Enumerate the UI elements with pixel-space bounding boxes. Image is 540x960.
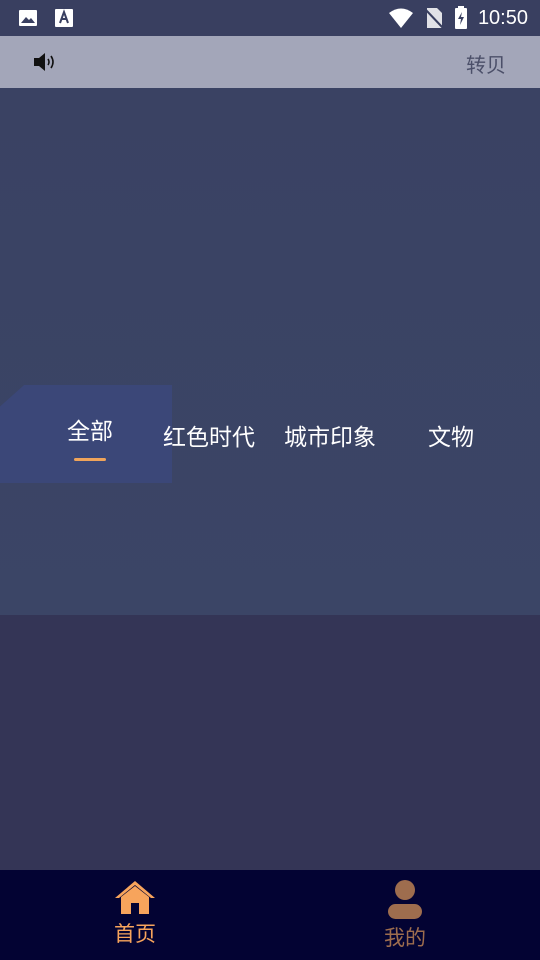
battery-icon bbox=[454, 6, 467, 29]
no-sim-icon bbox=[424, 8, 444, 29]
status-bar: 10:50 bbox=[0, 0, 540, 36]
tab-red-era[interactable]: 红色时代 bbox=[163, 418, 255, 452]
app-screen: 10:50 转贝 全部 红色时代 城市印象 文物 首页 我的 bbox=[0, 0, 540, 960]
status-bar-system: 10:50 bbox=[388, 0, 528, 36]
status-time: 10:50 bbox=[477, 6, 528, 29]
tab-selected-indicator bbox=[74, 458, 106, 461]
home-icon bbox=[115, 881, 155, 914]
bottom-nav: 首页 我的 bbox=[0, 870, 540, 960]
nav-mine[interactable]: 我的 bbox=[345, 870, 465, 960]
hero-banner: 全部 红色时代 城市印象 文物 bbox=[0, 88, 540, 615]
nav-home[interactable]: 首页 bbox=[75, 870, 195, 960]
tab-cultural-relics[interactable]: 文物 bbox=[428, 418, 474, 452]
tab-city-impression[interactable]: 城市印象 bbox=[284, 418, 376, 452]
image-icon bbox=[19, 10, 37, 26]
toolbar-right-label[interactable]: 转贝 bbox=[466, 49, 506, 78]
nav-home-label: 首页 bbox=[114, 922, 156, 946]
tab-all[interactable]: 全部 bbox=[67, 412, 113, 446]
top-toolbar: 转贝 bbox=[0, 36, 540, 88]
speaker-icon[interactable] bbox=[32, 51, 58, 73]
content-area bbox=[0, 615, 540, 870]
wifi-icon bbox=[388, 8, 413, 28]
status-bar-notifications bbox=[18, 8, 74, 28]
font-icon bbox=[55, 9, 73, 27]
user-icon bbox=[388, 880, 422, 919]
category-tabs: 全部 红色时代 城市印象 文物 bbox=[0, 418, 540, 478]
nav-mine-label: 我的 bbox=[384, 926, 426, 950]
